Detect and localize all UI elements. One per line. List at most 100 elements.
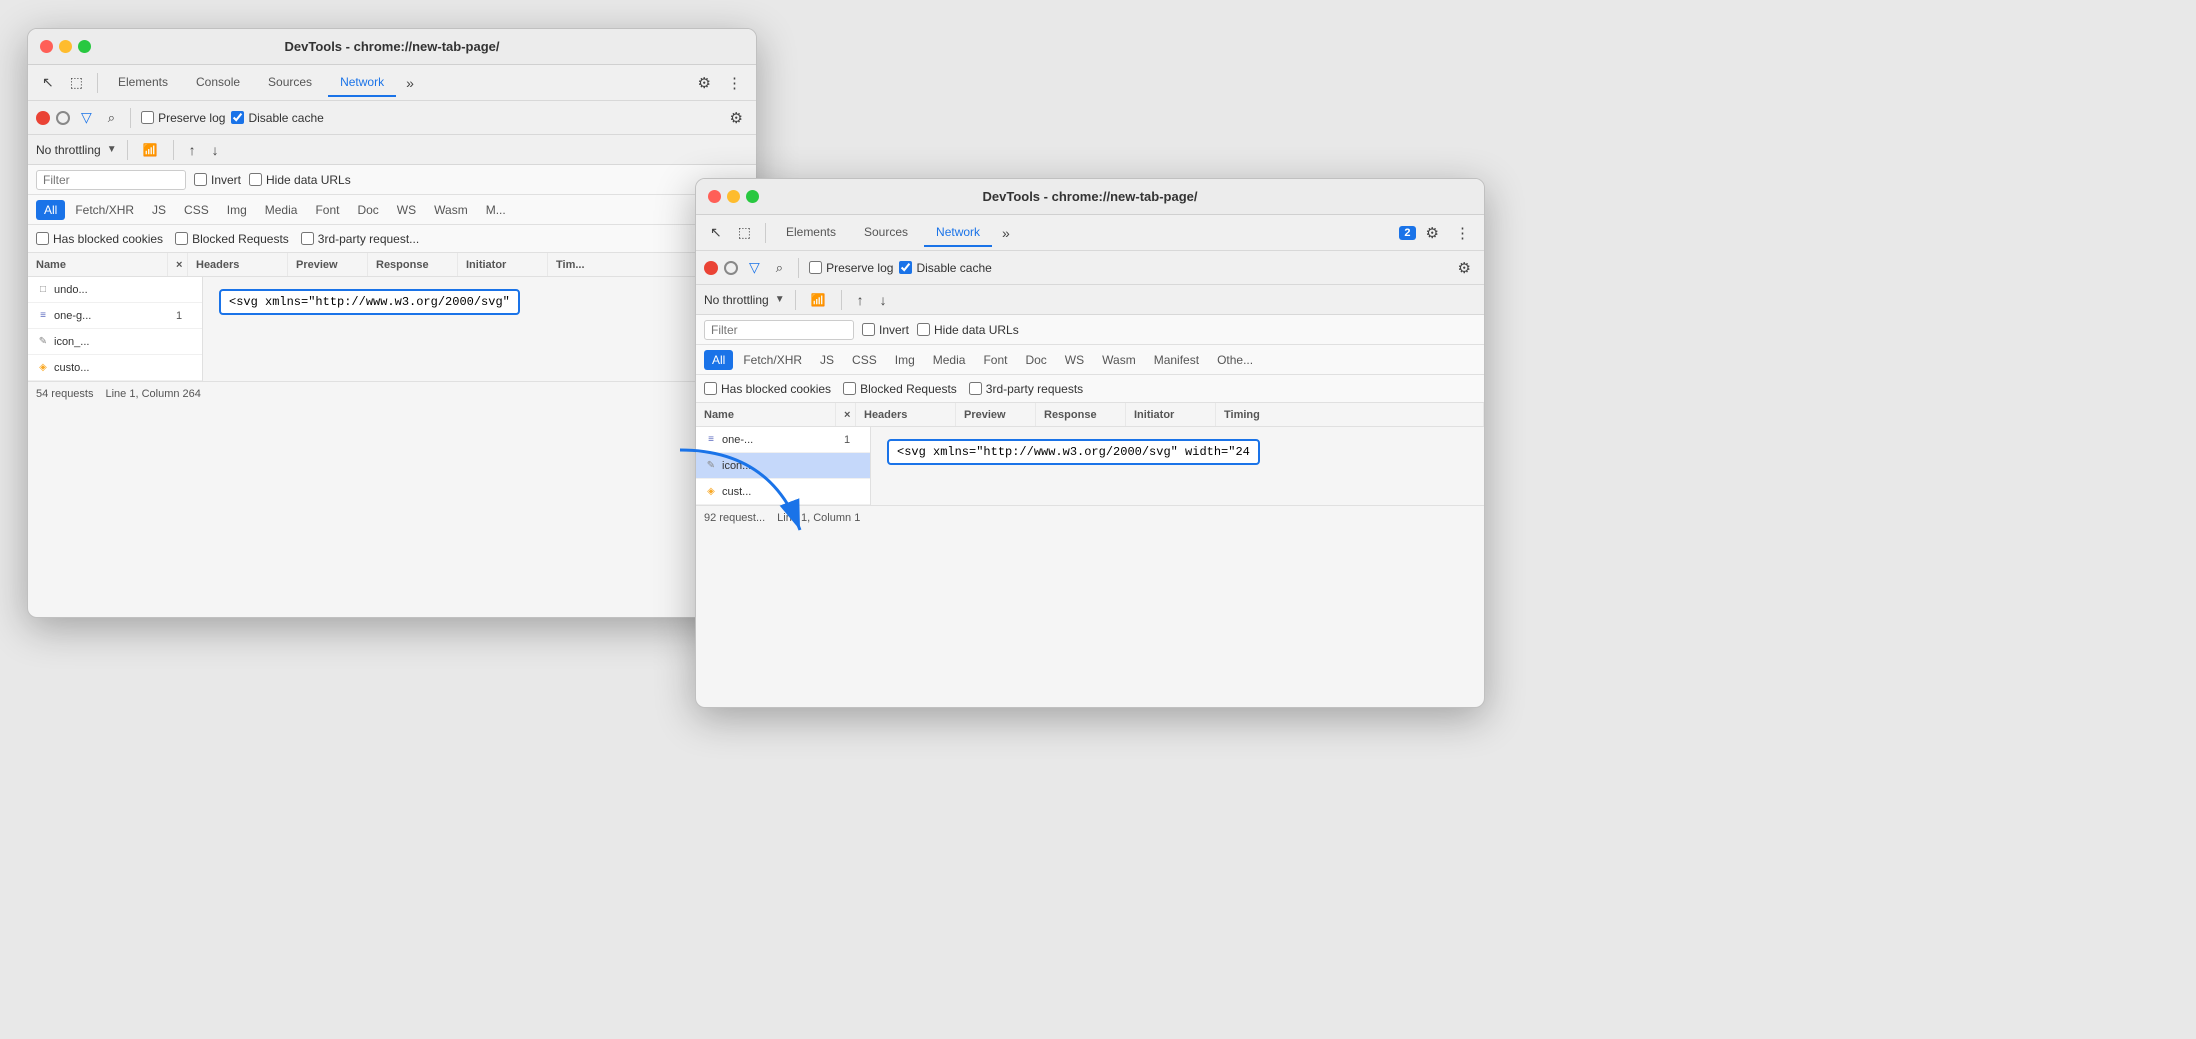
response-content-2: <svg xmlns="http://www.w3.org/2000/svg" …: [879, 435, 1476, 469]
more-options-icon-1[interactable]: ⋮: [721, 71, 748, 95]
type-tab-css-2[interactable]: CSS: [844, 350, 885, 370]
type-tab-ws-2[interactable]: WS: [1057, 350, 1092, 370]
tab-elements-2[interactable]: Elements: [774, 219, 848, 247]
type-tab-manifest-2[interactable]: Manifest: [1146, 350, 1207, 370]
hide-data-urls-checkbox-1[interactable]: Hide data URLs: [249, 173, 351, 187]
inspector-icon-1[interactable]: ⬚: [64, 71, 89, 94]
record-button-2[interactable]: [704, 261, 718, 275]
type-tab-fetch-2[interactable]: Fetch/XHR: [735, 350, 810, 370]
maximize-button-1[interactable]: [78, 40, 91, 53]
table-row-2-1[interactable]: ✎ icon...: [696, 453, 870, 479]
type-tab-doc-1[interactable]: Doc: [349, 200, 386, 220]
upload-icon-2[interactable]: ↑: [852, 289, 869, 311]
tab-elements-1[interactable]: Elements: [106, 69, 180, 97]
filter-bar-2: Invert Hide data URLs: [696, 315, 1484, 345]
type-tab-font-2[interactable]: Font: [975, 350, 1015, 370]
invert-checkbox-2[interactable]: Invert: [862, 323, 909, 337]
download-icon-2[interactable]: ↓: [875, 289, 892, 311]
table-row-2-2[interactable]: ◈ cust...: [696, 479, 870, 505]
type-tab-ws-1[interactable]: WS: [389, 200, 424, 220]
close-button-2[interactable]: [708, 190, 721, 203]
traffic-lights-2: [708, 190, 759, 203]
type-tab-js-1[interactable]: JS: [144, 200, 174, 220]
type-tab-all-2[interactable]: All: [704, 350, 733, 370]
disable-cache-checkbox-2[interactable]: Disable cache: [899, 261, 991, 275]
more-tabs-icon-2[interactable]: »: [996, 222, 1016, 244]
more-options-icon-2[interactable]: ⋮: [1449, 221, 1476, 245]
third-party-1[interactable]: 3rd-party request...: [301, 232, 419, 246]
col-response-header-2: Response: [1036, 403, 1126, 426]
type-tab-other-2[interactable]: Othe...: [1209, 350, 1261, 370]
request-list-1: □ undo... ≡ one-g... 1 ✎ icon_...: [28, 277, 203, 381]
settings-network-icon-1[interactable]: ⚙: [725, 106, 748, 130]
more-tabs-icon-1[interactable]: »: [400, 72, 420, 94]
blocked-requests-2[interactable]: Blocked Requests: [843, 382, 957, 396]
col-preview-header-2: Preview: [956, 403, 1036, 426]
third-party-2[interactable]: 3rd-party requests: [969, 382, 1083, 396]
maximize-button-2[interactable]: [746, 190, 759, 203]
blocked-cookies-1[interactable]: Has blocked cookies: [36, 232, 163, 246]
type-tab-wasm-1[interactable]: Wasm: [426, 200, 476, 220]
upload-icon-1[interactable]: ↑: [184, 139, 201, 161]
search-icon-2[interactable]: ⌕: [771, 257, 788, 279]
type-tabs-2: All Fetch/XHR JS CSS Img Media Font Doc …: [696, 345, 1484, 375]
type-tab-wasm-2[interactable]: Wasm: [1094, 350, 1144, 370]
settings-icon-1[interactable]: ⚙: [692, 71, 717, 95]
divider-action-1: [130, 108, 131, 128]
inspector-icon-2[interactable]: ⬚: [732, 221, 757, 244]
minimize-button-1[interactable]: [59, 40, 72, 53]
throttle-bar-1: No throttling ▼ 📶 ↑ ↓: [28, 135, 756, 165]
wifi-icon-2[interactable]: 📶: [806, 290, 831, 310]
file-icon-custom-2: ◈: [704, 485, 718, 499]
type-tab-img-1[interactable]: Img: [219, 200, 255, 220]
record-button-1[interactable]: [36, 111, 50, 125]
settings-icon-2[interactable]: ⚙: [1420, 221, 1445, 245]
cursor-icon-1[interactable]: ↖: [36, 71, 60, 94]
table-row-1-0[interactable]: □ undo...: [28, 277, 202, 303]
type-tab-doc-2[interactable]: Doc: [1017, 350, 1054, 370]
table-row-2-0[interactable]: ≡ one-... 1: [696, 427, 870, 453]
response-panel-1: <svg xmlns="http://www.w3.org/2000/svg": [203, 277, 756, 381]
settings-network-icon-2[interactable]: ⚙: [1453, 256, 1476, 280]
devtools-window-1: DevTools - chrome://new-tab-page/ ↖ ⬚ El…: [27, 28, 757, 618]
type-tab-media-2[interactable]: Media: [925, 350, 974, 370]
blocked-cookies-2[interactable]: Has blocked cookies: [704, 382, 831, 396]
filter-icon-1[interactable]: ▽: [76, 106, 97, 129]
type-tab-font-1[interactable]: Font: [307, 200, 347, 220]
title-bar-1: DevTools - chrome://new-tab-page/: [28, 29, 756, 65]
wifi-icon-1[interactable]: 📶: [138, 140, 163, 160]
tab-network-1[interactable]: Network: [328, 69, 396, 97]
preserve-log-checkbox-2[interactable]: Preserve log: [809, 261, 893, 275]
download-icon-1[interactable]: ↓: [207, 139, 224, 161]
filter-input-1[interactable]: [36, 170, 186, 190]
stop-button-2[interactable]: [724, 261, 738, 275]
table-row-1-1[interactable]: ≡ one-g... 1: [28, 303, 202, 329]
type-tab-all-1[interactable]: All: [36, 200, 65, 220]
type-tab-media-1[interactable]: Media: [257, 200, 306, 220]
type-tab-css-1[interactable]: CSS: [176, 200, 217, 220]
tab-network-2[interactable]: Network: [924, 219, 992, 247]
type-tab-more-1[interactable]: M...: [478, 200, 514, 220]
cursor-icon-2[interactable]: ↖: [704, 221, 728, 244]
blocked-requests-1[interactable]: Blocked Requests: [175, 232, 289, 246]
hide-data-urls-checkbox-2[interactable]: Hide data URLs: [917, 323, 1019, 337]
tab-sources-1[interactable]: Sources: [256, 69, 324, 97]
file-icon-js-2: ✎: [704, 459, 718, 473]
minimize-button-2[interactable]: [727, 190, 740, 203]
tab-console-1[interactable]: Console: [184, 69, 252, 97]
file-icon-unknown-1: □: [36, 283, 50, 297]
preserve-log-checkbox-1[interactable]: Preserve log: [141, 111, 225, 125]
type-tab-img-2[interactable]: Img: [887, 350, 923, 370]
invert-checkbox-1[interactable]: Invert: [194, 173, 241, 187]
close-button-1[interactable]: [40, 40, 53, 53]
stop-button-1[interactable]: [56, 111, 70, 125]
type-tab-js-2[interactable]: JS: [812, 350, 842, 370]
table-row-1-3[interactable]: ◈ custo...: [28, 355, 202, 381]
table-row-1-2[interactable]: ✎ icon_...: [28, 329, 202, 355]
tab-sources-2[interactable]: Sources: [852, 219, 920, 247]
search-icon-1[interactable]: ⌕: [103, 107, 120, 129]
filter-input-2[interactable]: [704, 320, 854, 340]
type-tab-fetch-1[interactable]: Fetch/XHR: [67, 200, 142, 220]
filter-icon-2[interactable]: ▽: [744, 256, 765, 279]
disable-cache-checkbox-1[interactable]: Disable cache: [231, 111, 323, 125]
